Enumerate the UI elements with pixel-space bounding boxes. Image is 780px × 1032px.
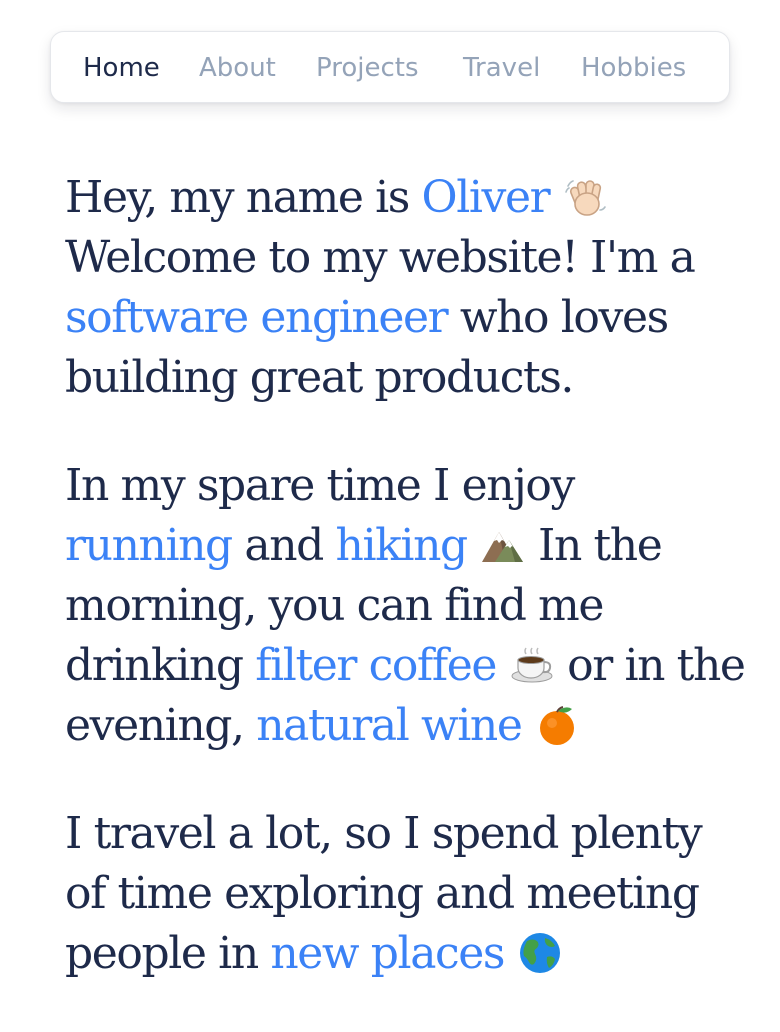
name-link[interactable]: Oliver: [422, 172, 551, 223]
nav-hobbies[interactable]: Hobbies: [581, 52, 686, 84]
top-navigation: Home About Projects Travel Hobbies: [50, 31, 730, 103]
mountain-icon: [479, 522, 525, 568]
new-places-link[interactable]: new places: [270, 928, 505, 979]
intro-paragraph-3: I travel a lot, so I spend plenty of tim…: [65, 808, 703, 979]
nav-travel[interactable]: Travel: [463, 52, 540, 84]
intro-paragraph-1: Hey, my name is Oliver Welcome to my web…: [65, 172, 696, 403]
nav-projects[interactable]: Projects: [316, 52, 419, 84]
hiking-link[interactable]: hiking: [336, 520, 469, 571]
waving-hand-icon: [562, 174, 608, 220]
nav-about[interactable]: About: [199, 52, 276, 84]
orange-icon: [534, 702, 580, 748]
coffee-icon: [509, 642, 555, 688]
software-engineer-link[interactable]: software engineer: [65, 292, 449, 343]
running-link[interactable]: running: [65, 520, 233, 571]
intro-paragraph-2: In my spare time I enjoy running and hik…: [65, 460, 746, 751]
nav-home[interactable]: Home: [83, 52, 160, 84]
globe-icon: [517, 930, 563, 976]
natural-wine-link[interactable]: natural wine: [256, 700, 523, 751]
filter-coffee-link[interactable]: filter coffee: [255, 640, 497, 691]
intro-content: Hey, my name is Oliver Welcome to my web…: [65, 168, 746, 1032]
